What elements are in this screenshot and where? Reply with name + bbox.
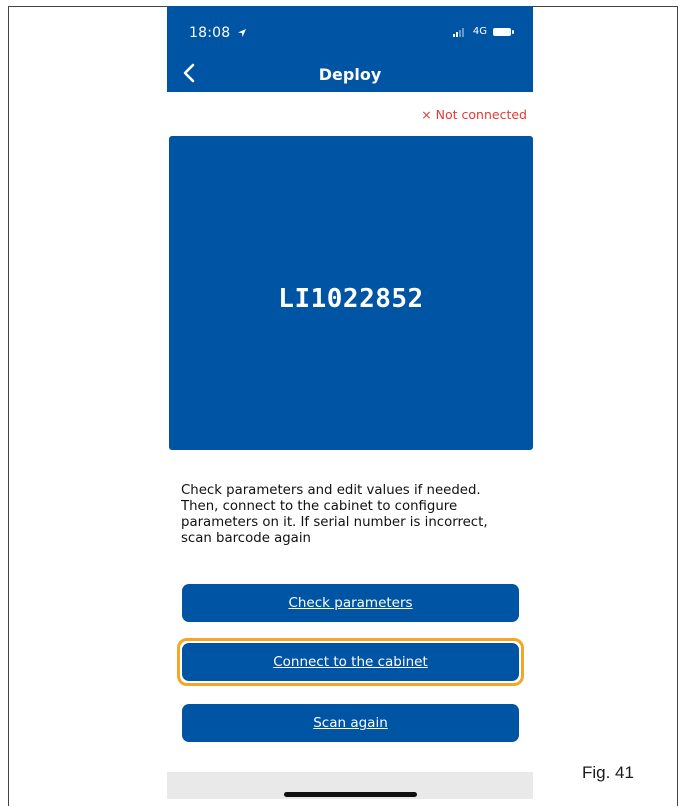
status-indicators: 4G	[452, 26, 514, 37]
signal-icon	[452, 27, 467, 37]
status-bar: 18:08 4G	[167, 6, 533, 56]
location-arrow-icon	[238, 29, 247, 37]
serial-number: LI1022852	[278, 284, 424, 314]
nav-bar: Deploy	[167, 56, 533, 92]
home-indicator[interactable]	[284, 792, 417, 797]
network-type: 4G	[472, 26, 487, 37]
serial-number-card: LI1022852	[169, 136, 533, 450]
status-time-text: 18:08	[189, 25, 231, 41]
connect-cabinet-button[interactable]: Connect to the cabinet	[182, 643, 519, 681]
page-title: Deploy	[318, 65, 382, 84]
connection-status: × Not connected	[421, 107, 527, 122]
scan-again-button[interactable]: Scan again	[182, 704, 519, 742]
instructions-text: Check parameters and edit values if need…	[181, 483, 488, 546]
battery-icon	[493, 27, 514, 36]
phone-screen: 18:08 4G Deploy × Not connected LI102285…	[167, 6, 533, 799]
check-parameters-button[interactable]: Check parameters	[182, 584, 519, 622]
status-time: 18:08	[189, 25, 247, 41]
figure-caption: Fig. 41	[582, 763, 634, 782]
